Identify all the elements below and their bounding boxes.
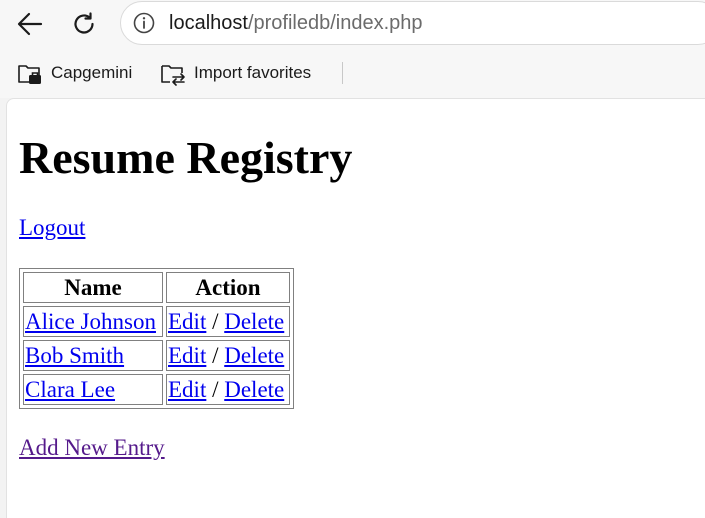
- action-cell: Edit / Delete: [166, 340, 290, 371]
- bookmark-label: Capgemini: [51, 63, 133, 82]
- name-cell: Alice Johnson: [23, 306, 163, 337]
- address-bar[interactable]: localhost/profiledb/index.php: [120, 1, 705, 45]
- table-row: Clara Lee Edit / Delete: [23, 374, 290, 405]
- url-host: localhost: [169, 11, 248, 34]
- page-title: Resume Registry: [19, 132, 353, 183]
- url-path: /profiledb/index.php: [247, 11, 423, 34]
- edit-link[interactable]: Edit: [168, 377, 206, 402]
- info-circle-icon[interactable]: [133, 12, 155, 34]
- browser-toolbar: localhost/profiledb/index.php: [0, 0, 705, 48]
- action-separator: /: [212, 342, 219, 368]
- reload-icon: [74, 12, 94, 34]
- briefcase-icon: [17, 60, 43, 86]
- action-cell: Edit / Delete: [166, 306, 290, 337]
- bookmark-capgemini[interactable]: Capgemini: [17, 60, 132, 86]
- page-content: Resume Registry Logout Name Action Alice…: [6, 98, 705, 518]
- delete-link[interactable]: Delete: [224, 343, 284, 368]
- table-header-row: Name Action: [23, 272, 290, 303]
- name-cell: Clara Lee: [23, 374, 163, 405]
- bookmarks-divider: [342, 62, 343, 84]
- bookmarks-bar: Capgemini Import favorites: [0, 48, 705, 98]
- registry-table: Name Action Alice Johnson Edit / Delete …: [19, 268, 294, 409]
- action-separator: /: [212, 308, 219, 334]
- import-folder-icon: [160, 60, 186, 86]
- profile-link[interactable]: Clara Lee: [25, 377, 115, 402]
- profile-link[interactable]: Bob Smith: [25, 343, 124, 368]
- url-text: localhost/profiledb/index.php: [169, 12, 423, 35]
- profile-link[interactable]: Alice Johnson: [25, 309, 156, 334]
- action-cell: Edit / Delete: [166, 374, 290, 405]
- bookmark-label: Import favorites: [194, 63, 312, 82]
- delete-link[interactable]: Delete: [224, 309, 284, 334]
- reload-button[interactable]: [66, 6, 102, 42]
- delete-link[interactable]: Delete: [224, 377, 284, 402]
- edit-link[interactable]: Edit: [168, 309, 206, 334]
- action-separator: /: [212, 376, 219, 402]
- header-name: Name: [23, 272, 163, 303]
- name-cell: Bob Smith: [23, 340, 163, 371]
- add-new-entry-link[interactable]: Add New Entry: [19, 435, 165, 461]
- logout-link[interactable]: Logout: [19, 215, 85, 241]
- header-action: Action: [166, 272, 290, 303]
- bookmark-import-favorites[interactable]: Import favorites: [160, 60, 311, 86]
- table-row: Alice Johnson Edit / Delete: [23, 306, 290, 337]
- edit-link[interactable]: Edit: [168, 343, 206, 368]
- back-button[interactable]: [12, 6, 48, 42]
- table-row: Bob Smith Edit / Delete: [23, 340, 290, 371]
- arrow-left-icon: [17, 12, 43, 36]
